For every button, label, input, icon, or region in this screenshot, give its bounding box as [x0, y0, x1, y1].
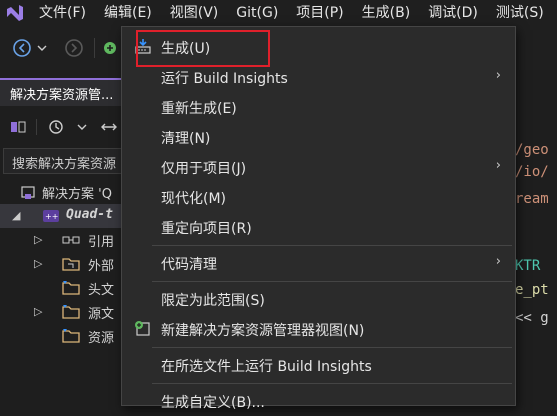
collapsed-arrow-icon[interactable]: ▷ [34, 233, 44, 246]
solution-explorer-tab[interactable]: 解决方案资源管... [0, 78, 125, 106]
solution-explorer-panel: 解决方案资源管... 搜索解决方案资源 解决方案 'Q ◢ ++ Quad-t … [0, 74, 125, 400]
tree-item-label: 引用 [88, 235, 115, 250]
collapsed-arrow-icon[interactable]: ▷ [34, 305, 44, 318]
menu-item-code-cleanup[interactable]: 代码清理 › [122, 248, 515, 278]
solution-explorer-toolbar [0, 110, 125, 144]
forward-icon[interactable] [64, 38, 84, 58]
solution-icon [20, 184, 36, 200]
menu-debug[interactable]: 调试(D) [419, 0, 487, 26]
menu-item-label: 代码清理 [161, 257, 217, 273]
menu-git[interactable]: Git(G) [227, 0, 287, 26]
chevron-down-icon[interactable] [36, 38, 48, 58]
menu-item-build-customizations[interactable]: 生成自定义(B)... [122, 386, 515, 416]
back-icon[interactable] [12, 38, 32, 58]
new-item-icon[interactable] [102, 38, 118, 58]
references-icon [62, 232, 80, 248]
toolbar-divider [36, 119, 37, 135]
tree-item-references[interactable]: ▷ 引用 [0, 228, 125, 252]
submenu-chevron-icon: › [495, 254, 501, 269]
menu-edit[interactable]: 编辑(E) [95, 0, 161, 26]
menu-separator [152, 347, 512, 348]
menu-view[interactable]: 视图(V) [161, 0, 228, 26]
code-line: << g [515, 310, 549, 326]
build-context-menu: 生成(U) 运行 Build Insights › 重新生成(E) 清理(N) … [121, 26, 516, 411]
menu-item-scope-to-this[interactable]: 限定为此范围(S) [122, 284, 515, 314]
menu-item-label: 仅用于项目(J) [161, 161, 247, 177]
code-line: ream [515, 191, 549, 207]
folder-icon [62, 280, 80, 296]
tree-item-source-files[interactable]: ▷ 源文 [0, 300, 125, 324]
menu-separator [152, 281, 512, 282]
menu-item-label: 重新生成(E) [161, 101, 237, 117]
sync-icon[interactable] [10, 119, 26, 135]
tree-item-solution[interactable]: 解决方案 'Q [0, 180, 125, 204]
history-icon[interactable] [48, 119, 64, 135]
menu-separator [152, 383, 512, 384]
menu-item-label: 在所选文件上运行 Build Insights [161, 359, 372, 375]
menu-file[interactable]: 文件(F) [30, 0, 95, 26]
menu-item-new-solution-explorer-view[interactable]: 新建解决方案资源管理器视图(N) [122, 314, 515, 344]
menu-item-label: 生成自定义(B)... [161, 395, 265, 411]
code-line: /io/ [515, 164, 549, 180]
visual-studio-logo-icon[interactable] [0, 0, 30, 26]
menu-item-project-only[interactable]: 仅用于项目(J) › [122, 152, 515, 182]
menu-item-label: 现代化(M) [161, 191, 227, 207]
tree-item-label: 外部 [88, 259, 115, 274]
menu-project[interactable]: 项目(P) [287, 0, 352, 26]
tree-item-resource-files[interactable]: 资源 [0, 324, 125, 348]
expanded-arrow-icon[interactable]: ◢ [12, 209, 22, 222]
tree-item-label: 头文 [88, 283, 115, 298]
menu-build[interactable]: 生成(B) [353, 0, 420, 26]
new-view-icon [134, 320, 152, 338]
submenu-chevron-icon: › [495, 158, 501, 173]
menu-item-modernize[interactable]: 现代化(M) [122, 182, 515, 212]
tree-item-label: Quad-t [66, 207, 113, 222]
menu-item-retarget-projects[interactable]: 重定向项目(R) [122, 212, 515, 242]
toolbar-divider [94, 38, 95, 58]
menu-item-clean[interactable]: 清理(N) [122, 122, 515, 152]
tree-item-label: 解决方案 'Q [42, 187, 112, 202]
menu-item-label: 重定向项目(R) [161, 221, 252, 237]
tree-item-project[interactable]: ◢ ++ Quad-t [0, 204, 125, 228]
menu-item-label: 限定为此范围(S) [161, 293, 265, 309]
cpp-project-icon: ++ [42, 208, 59, 224]
code-line: e_pt [515, 282, 549, 298]
menu-item-rebuild[interactable]: 重新生成(E) [122, 92, 515, 122]
code-line: /geo [515, 142, 549, 158]
menu-item-label: 新建解决方案资源管理器视图(N) [161, 323, 365, 339]
sync-arrows-icon[interactable] [100, 119, 118, 135]
highlight-box [136, 30, 270, 67]
tree-item-label: 资源 [88, 331, 115, 346]
menu-bar: 文件(F) 编辑(E) 视图(V) Git(G) 项目(P) 生成(B) 调试(… [0, 0, 557, 26]
tree-item-label: 源文 [88, 307, 115, 322]
chevron-down-icon[interactable] [76, 119, 88, 135]
menu-item-label: 运行 Build Insights [161, 71, 288, 87]
menu-item-run-build-insights-on-selected[interactable]: 在所选文件上运行 Build Insights [122, 350, 515, 380]
menu-item-label: 清理(N) [161, 131, 211, 147]
menu-separator [152, 245, 512, 246]
solution-explorer-tab-title: 解决方案资源管... [10, 88, 114, 103]
tree-item-header-files[interactable]: 头文 [0, 276, 125, 300]
external-deps-icon [62, 256, 80, 272]
collapsed-arrow-icon[interactable]: ▷ [34, 257, 44, 270]
solution-explorer-search-input[interactable]: 搜索解决方案资源 [3, 148, 125, 174]
code-line: KTR [515, 258, 541, 274]
search-placeholder: 搜索解决方案资源 [12, 157, 117, 172]
folder-icon [62, 328, 80, 344]
folder-icon [62, 304, 80, 320]
tree-item-external-deps[interactable]: ▷ 外部 [0, 252, 125, 276]
menu-test[interactable]: 测试(S) [487, 0, 553, 26]
submenu-chevron-icon: › [495, 68, 501, 83]
code-editor[interactable]: /geo /io/ ream KTR e_pt << g [515, 70, 557, 400]
svg-text:++: ++ [45, 212, 58, 221]
